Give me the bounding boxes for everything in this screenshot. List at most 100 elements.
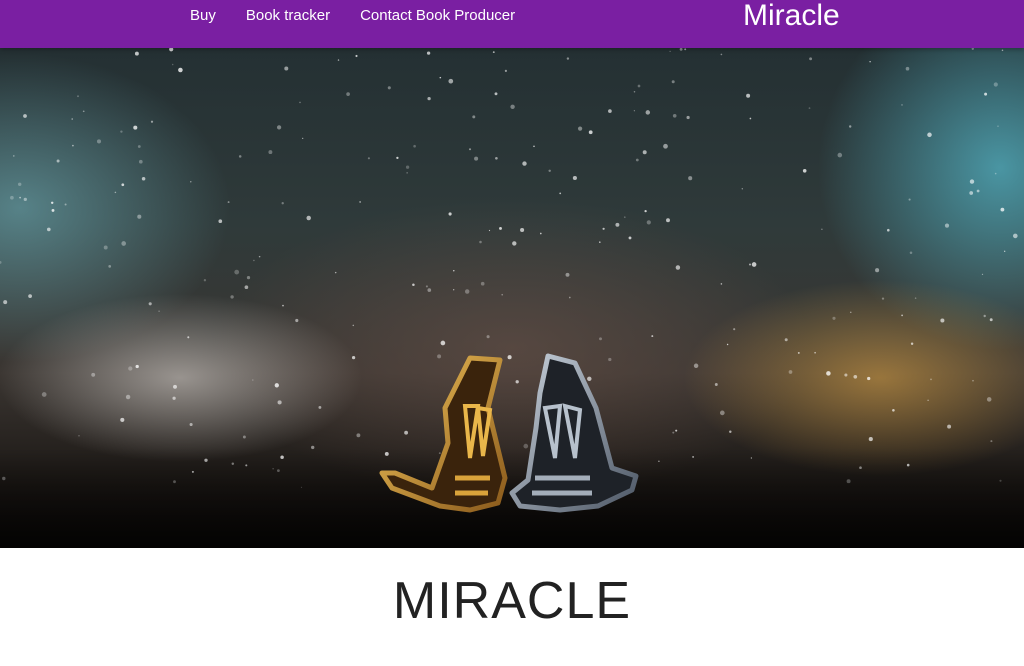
bokeh-dot bbox=[510, 104, 515, 110]
bokeh-dot bbox=[512, 241, 517, 246]
brand-logo-text[interactable]: Miracle bbox=[743, 0, 840, 35]
bokeh-dot bbox=[868, 437, 873, 442]
nav-link-buy[interactable]: Buy bbox=[175, 0, 231, 32]
bokeh-dot bbox=[356, 433, 361, 438]
bokeh-dot bbox=[1000, 207, 1005, 212]
bokeh-dot bbox=[138, 159, 143, 164]
bokeh-dot bbox=[1012, 233, 1018, 239]
bokeh-dot bbox=[867, 376, 871, 381]
bokeh-dot bbox=[901, 314, 903, 317]
bokeh-dot bbox=[940, 318, 945, 323]
bokeh-dot bbox=[19, 196, 21, 199]
bokeh-dot bbox=[749, 117, 752, 120]
bokeh-dot bbox=[515, 380, 519, 384]
bokeh-dot bbox=[599, 241, 601, 243]
bokeh-dot bbox=[788, 370, 793, 374]
bokeh-dot bbox=[666, 218, 670, 223]
bokeh-dot bbox=[56, 159, 60, 163]
bokeh-dot bbox=[577, 126, 583, 131]
bokeh-dot bbox=[1001, 49, 1004, 52]
bokeh-dot bbox=[565, 272, 570, 277]
bokeh-dot bbox=[284, 66, 289, 71]
bokeh-dot bbox=[602, 227, 605, 230]
bokeh-dot bbox=[242, 435, 246, 439]
bokeh-dot bbox=[559, 192, 562, 195]
bokeh-dot bbox=[910, 342, 914, 345]
bokeh-dot bbox=[642, 150, 647, 155]
bokeh-dot bbox=[637, 84, 641, 88]
bokeh-dot bbox=[108, 265, 112, 268]
bokeh-dot bbox=[277, 400, 282, 405]
bokeh-dot bbox=[367, 157, 370, 160]
bokeh-dot bbox=[78, 434, 80, 437]
bokeh-dot bbox=[507, 355, 512, 360]
bokeh-dot bbox=[334, 271, 337, 274]
bokeh-dot bbox=[892, 409, 895, 412]
bokeh-dot bbox=[881, 297, 885, 300]
bokeh-dot bbox=[971, 48, 974, 50]
bokeh-dot bbox=[501, 293, 504, 296]
bokeh-dot bbox=[302, 137, 304, 140]
bokeh-dot bbox=[720, 53, 723, 56]
bokeh-dot bbox=[169, 48, 174, 52]
bokeh-dot bbox=[425, 285, 428, 288]
bokeh-dot bbox=[733, 328, 736, 331]
bokeh-dot bbox=[318, 405, 322, 409]
bokeh-dot bbox=[719, 410, 725, 416]
bokeh-dot bbox=[426, 51, 431, 55]
bokeh-dot bbox=[539, 232, 542, 235]
bokeh-dot bbox=[492, 51, 495, 53]
bokeh-dot bbox=[821, 228, 823, 231]
bokeh-dot bbox=[244, 285, 249, 290]
bokeh-dot bbox=[0, 260, 2, 264]
bokeh-dot bbox=[437, 354, 442, 359]
top-navbar: Buy Book tracker Contact Book Producer M… bbox=[0, 0, 1024, 48]
bokeh-dot bbox=[125, 394, 131, 400]
bokeh-dot bbox=[675, 429, 678, 432]
bokeh-dot bbox=[234, 269, 240, 275]
bokeh-dot bbox=[64, 203, 67, 206]
bokeh-dot bbox=[814, 351, 816, 354]
bokeh-dot bbox=[751, 262, 757, 267]
bokeh-dot bbox=[826, 371, 831, 376]
bokeh-dot bbox=[986, 397, 992, 402]
bokeh-dot bbox=[427, 288, 432, 292]
bokeh-dot bbox=[969, 191, 974, 195]
gold-earring bbox=[379, 355, 508, 513]
bokeh-dot bbox=[474, 156, 479, 161]
bokeh-dot bbox=[568, 296, 571, 299]
bokeh-dot bbox=[984, 92, 988, 96]
bokeh-dot bbox=[141, 176, 146, 181]
bokeh-dot bbox=[150, 120, 154, 123]
bokeh-dot bbox=[990, 440, 993, 443]
bokeh-dot bbox=[797, 351, 800, 354]
bokeh-dot bbox=[404, 430, 409, 435]
bokeh-dot bbox=[187, 336, 190, 339]
bokeh-dot bbox=[448, 78, 454, 84]
bokeh-dot bbox=[944, 223, 950, 228]
nav-link-book-tracker[interactable]: Book tracker bbox=[231, 0, 345, 32]
bokeh-dot bbox=[784, 338, 788, 342]
bokeh-dot bbox=[46, 227, 51, 232]
bokeh-dot bbox=[1004, 250, 1006, 252]
bokeh-dot bbox=[615, 222, 620, 227]
bokeh-dot bbox=[748, 263, 752, 266]
bokeh-dot bbox=[850, 311, 852, 313]
bokeh-dot bbox=[832, 316, 836, 320]
bokeh-dot bbox=[121, 183, 125, 187]
bokeh-dot bbox=[972, 379, 974, 382]
bokeh-dot bbox=[227, 201, 230, 204]
bokeh-dot bbox=[472, 115, 476, 119]
bokeh-particles bbox=[0, 48, 1018, 489]
bokeh-dot bbox=[588, 130, 593, 135]
bokeh-dot bbox=[994, 172, 997, 175]
bokeh-dot bbox=[548, 169, 551, 173]
bokeh-dot bbox=[405, 165, 410, 169]
nav-links: Buy Book tracker Contact Book Producer bbox=[175, 0, 530, 32]
bokeh-dot bbox=[238, 155, 242, 158]
bokeh-dot bbox=[274, 383, 279, 388]
bokeh-dot bbox=[908, 198, 911, 201]
bokeh-dot bbox=[993, 82, 998, 87]
nav-link-contact-book-producer[interactable]: Contact Book Producer bbox=[345, 0, 530, 32]
bokeh-dot bbox=[486, 335, 490, 339]
